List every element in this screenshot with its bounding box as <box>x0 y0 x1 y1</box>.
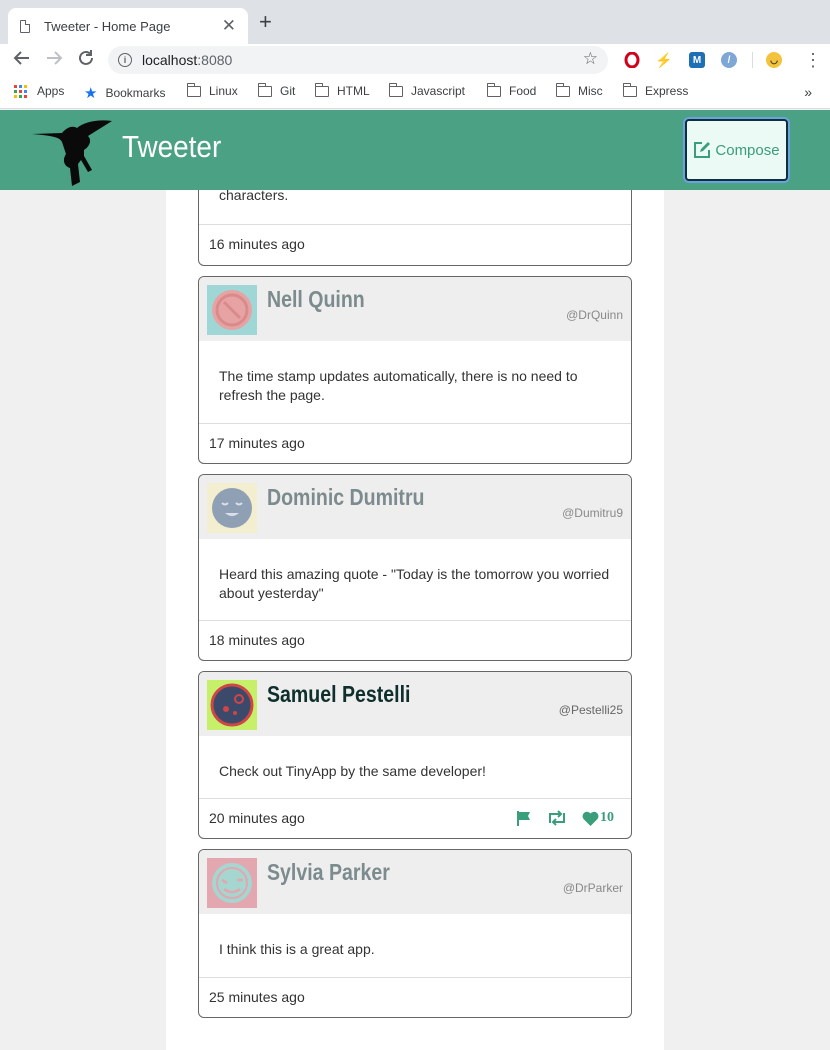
close-tab-icon[interactable]: ✕ <box>222 16 236 36</box>
bookmark-label: Bookmarks <box>105 86 166 100</box>
bookmark-express[interactable]: Express <box>622 82 689 98</box>
forward-icon[interactable] <box>44 48 64 74</box>
folder-icon <box>186 82 201 97</box>
m-extension-icon[interactable]: M <box>689 52 705 68</box>
tweet-author-name: Samuel Pestelli <box>267 681 411 707</box>
compose-button[interactable]: Compose <box>685 119 788 181</box>
tweet-card: Sylvia Parker @DrParker I think this is … <box>198 849 632 1018</box>
folder-icon <box>555 82 570 97</box>
tweet-card: Samuel Pestelli @Pestelli25 Check out Ti… <box>198 671 632 839</box>
bolt-extension-icon[interactable]: ⚡ <box>655 52 672 68</box>
avatar <box>207 285 257 335</box>
tweet-timestamp: 25 minutes ago <box>209 989 305 1005</box>
folder-icon <box>388 82 403 97</box>
tweet-author-name: Nell Quinn <box>267 286 365 312</box>
hummingbird-logo-icon <box>32 120 112 186</box>
bookmark-javascript[interactable]: Javascript <box>388 82 466 98</box>
tweet-author-name: Dominic Dumitru <box>267 484 425 510</box>
browser-tab[interactable]: Tweeter - Home Page ✕ <box>8 8 248 44</box>
retweet-icon[interactable] <box>546 810 568 826</box>
bookmark-star-icon[interactable]: ☆ <box>583 49 598 69</box>
tweet-body: Heard this amazing quote - "Today is the… <box>199 539 631 621</box>
bookmark-label: Apps <box>37 84 65 98</box>
folder-icon <box>622 82 637 97</box>
tweet-body: The time stamp updates automatically, th… <box>199 341 631 424</box>
tweet-author-handle: @Pestelli25 <box>558 703 623 717</box>
tweet-actions: 10 <box>502 810 614 826</box>
bookmarks-bar: Apps ★ Bookmarks Linux Git HTML Javascri… <box>0 76 830 109</box>
profile-avatar-icon[interactable]: ◡ <box>766 52 782 68</box>
browser-tab-strip: Tweeter - Home Page ✕ + <box>0 0 830 44</box>
tweet-timestamp: 20 minutes ago <box>209 810 305 826</box>
folder-icon <box>257 82 272 97</box>
bookmark-apps[interactable]: Apps <box>14 84 64 98</box>
tweet-author-handle: @Dumitru9 <box>562 506 623 520</box>
tweet-header: Dominic Dumitru @Dumitru9 <box>199 475 631 539</box>
like-count: 10 <box>600 810 614 825</box>
avatar <box>207 858 257 908</box>
new-tab-icon[interactable]: + <box>259 11 272 33</box>
bookmark-label: Linux <box>209 84 238 98</box>
pen-extension-icon[interactable]: / <box>721 52 737 68</box>
star-icon: ★ <box>84 85 98 102</box>
avatar <box>207 483 257 533</box>
url-port: :8080 <box>197 52 233 68</box>
folder-icon <box>314 82 329 97</box>
bookmark-git[interactable]: Git <box>257 82 296 98</box>
compose-label: Compose <box>715 141 780 159</box>
bookmark-label: Express <box>645 84 689 98</box>
avatar <box>207 680 257 730</box>
tweet-timestamp: 16 minutes ago <box>209 236 305 252</box>
url-host: localhost <box>142 52 198 68</box>
bookmark-label: Javascript <box>411 84 466 98</box>
address-bar[interactable]: i localhost:8080 ☆ <box>108 46 608 74</box>
tweet-header: Sylvia Parker @DrParker <box>199 850 631 914</box>
page-icon <box>20 19 30 33</box>
tweet-timestamp: 17 minutes ago <box>209 435 305 451</box>
flag-icon[interactable] <box>516 810 532 826</box>
bookmark-label: Food <box>509 84 537 98</box>
tab-title: Tweeter - Home Page <box>44 18 171 34</box>
bookmark-label: Misc <box>578 84 603 98</box>
bookmark-label: Git <box>280 84 296 98</box>
more-bookmarks-icon[interactable]: » <box>804 84 812 100</box>
site-info-icon[interactable]: i <box>118 53 132 67</box>
folder-icon <box>486 82 501 97</box>
tweet-body: Check out TinyApp by the same developer! <box>199 736 631 799</box>
tweet-card: Nell Quinn @DrQuinn The time stamp updat… <box>198 276 632 464</box>
tweet-header: Nell Quinn @DrQuinn <box>199 277 631 341</box>
tweet-author-name: Sylvia Parker <box>267 859 390 885</box>
tweet-card: Dominic Dumitru @Dumitru9 Heard this ama… <box>198 474 632 661</box>
brand-title[interactable]: Tweeter <box>122 129 221 165</box>
bookmark-bookmarks[interactable]: ★ Bookmarks <box>84 84 165 102</box>
tweet-timestamp: 18 minutes ago <box>209 632 305 648</box>
edit-icon <box>694 142 711 158</box>
back-icon[interactable] <box>12 48 32 74</box>
tweet-header: Samuel Pestelli @Pestelli25 <box>199 672 631 736</box>
apps-grid-icon <box>14 84 27 98</box>
toolbar-divider <box>752 52 753 68</box>
tweet-body: I think this is a great app. <box>199 914 631 978</box>
bookmark-linux[interactable]: Linux <box>186 82 238 98</box>
heart-icon <box>582 811 599 826</box>
bookmark-food[interactable]: Food <box>486 82 537 98</box>
bookmark-label: HTML <box>337 84 370 98</box>
reload-icon[interactable] <box>76 48 96 74</box>
bookmark-html[interactable]: HTML <box>314 82 370 98</box>
tweet-author-handle: @DrParker <box>562 881 623 895</box>
bookmark-misc[interactable]: Misc <box>555 82 603 98</box>
like-button[interactable]: 10 <box>582 810 614 826</box>
opera-extension-icon[interactable] <box>624 52 640 68</box>
browser-menu-icon[interactable]: ⋮ <box>804 48 822 72</box>
tweet-author-handle: @DrQuinn <box>566 308 623 322</box>
browser-toolbar: i localhost:8080 ☆ ⚡ M / ◡ ⋮ <box>0 44 830 76</box>
